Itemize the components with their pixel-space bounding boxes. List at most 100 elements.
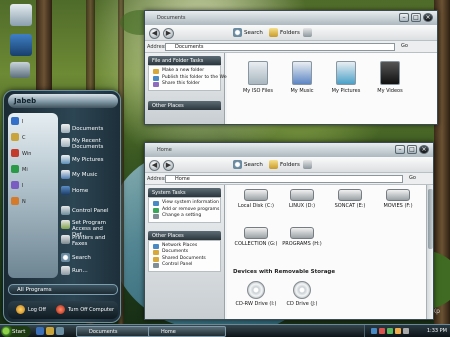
views-icon[interactable] [303, 28, 312, 37]
taskbar-item-home[interactable]: Home [148, 326, 226, 337]
maximize-button[interactable]: □ [411, 13, 421, 22]
other-places-header[interactable]: Other Places [148, 230, 221, 240]
go-button[interactable]: Go [401, 43, 408, 49]
start-item-search[interactable]: Search [72, 255, 91, 261]
close-button[interactable]: × [423, 13, 433, 22]
documents-content: My ISO Files My Music My Pictures My Vid… [227, 53, 437, 124]
go-button[interactable]: Go [409, 175, 416, 181]
file-folder-tasks-header[interactable]: File and Folder Tasks [148, 56, 221, 65]
minimize-button[interactable]: – [395, 145, 405, 154]
folder-item[interactable]: My Music [279, 61, 325, 94]
start-item-printers[interactable]: Printers and Faxes [72, 235, 116, 247]
documents-icon[interactable] [10, 4, 32, 26]
share-icon [153, 82, 159, 87]
pinned-item[interactable]: I [22, 183, 23, 189]
shared-documents-icon [153, 256, 159, 262]
app-icon[interactable] [387, 328, 393, 334]
vertical-scrollbar[interactable] [426, 185, 433, 319]
other-places: Network Places Documents Shared Document… [148, 239, 221, 272]
system-tasks: View system information Add or remove pr… [148, 197, 221, 223]
start-item-music[interactable]: My Music [72, 172, 97, 178]
scrollbar-thumb[interactable] [428, 189, 433, 249]
back-button[interactable]: ◀ [149, 160, 160, 171]
drive-item[interactable]: CD Drive (J:) [277, 281, 327, 307]
security-icon[interactable] [379, 328, 385, 334]
task-link[interactable]: Share this folder [152, 81, 220, 88]
internet-icon[interactable] [36, 327, 44, 335]
home-toolbar: ◀ ▶ Search Folders [145, 157, 433, 173]
drive-item[interactable]: PROGRAMS (H:) [277, 227, 327, 247]
maximize-button[interactable]: □ [407, 145, 417, 154]
log-off-button[interactable]: Log Off [28, 307, 46, 313]
folder-item[interactable]: My Pictures [323, 61, 369, 94]
add-remove-icon [153, 207, 159, 213]
all-programs-button[interactable]: All Programs [8, 284, 118, 295]
network-icon [153, 243, 159, 249]
iso-folder-icon [248, 61, 268, 85]
control-panel-icon [153, 263, 159, 268]
documents-task-pane: File and Folder Tasks Make a new folder … [145, 53, 230, 124]
show-desktop-icon[interactable] [56, 327, 64, 335]
network-icon[interactable] [10, 62, 30, 78]
computer-icon[interactable] [10, 34, 32, 56]
start-item-recent-documents[interactable]: My Recent Documents [72, 138, 116, 150]
messenger-icon [11, 165, 19, 173]
email-icon[interactable] [46, 327, 54, 335]
other-places-header[interactable]: Other Places [148, 100, 221, 110]
turn-off-button[interactable]: Turn Off Computer [68, 307, 114, 313]
search-button[interactable]: Search [244, 30, 263, 36]
folder-item[interactable]: My ISO Files [235, 61, 281, 94]
pinned-item[interactable]: C [22, 135, 26, 141]
pinned-item[interactable]: Mi [22, 167, 28, 173]
music-folder-icon [292, 61, 312, 85]
close-button[interactable]: × [419, 145, 429, 154]
drive-item[interactable]: MOVIES (F:) [373, 189, 423, 209]
pinned-item[interactable]: N [22, 199, 26, 205]
task-link[interactable]: Change a setting [152, 213, 220, 220]
folders-button[interactable]: Folders [280, 30, 300, 36]
home-titlebar[interactable]: Home – □ × [145, 143, 433, 157]
drive-item[interactable]: LINUX (D:) [277, 189, 327, 209]
documents-toolbar: ◀ ▶ Search Folders [145, 25, 437, 41]
drive-item[interactable]: Local Disk (C:) [231, 189, 281, 209]
drive-item[interactable]: SONCAT (E:) [325, 189, 375, 209]
documents-titlebar[interactable]: Documents – □ × [145, 11, 437, 25]
control-panel-icon [61, 206, 70, 215]
documents-icon [61, 124, 70, 133]
start-button[interactable]: Start [1, 326, 31, 337]
address-input[interactable]: Home [165, 175, 403, 183]
drive-item[interactable]: COLLECTION (G:) [231, 227, 281, 247]
cd-rw-icon [247, 281, 265, 299]
address-input[interactable]: Documents [165, 43, 395, 51]
hard-drive-icon [386, 189, 410, 201]
address-label: Address [147, 44, 167, 50]
start-item-documents[interactable]: Documents [72, 126, 103, 132]
hard-drive-icon [290, 227, 314, 239]
app-icon[interactable] [395, 328, 401, 334]
forward-button[interactable]: ▶ [163, 160, 174, 171]
drive-item[interactable]: CD-RW Drive (I:) [231, 281, 281, 307]
folder-item[interactable]: My Videos [367, 61, 413, 94]
home-window: Home – □ × ◀ ▶ Search Folders Address Ho… [144, 142, 434, 320]
volume-icon[interactable] [403, 328, 409, 334]
search-button[interactable]: Search [244, 162, 263, 168]
start-item-home[interactable]: Home [72, 188, 88, 194]
pinned-item[interactable]: I [22, 119, 23, 125]
minimize-button[interactable]: – [399, 13, 409, 22]
folders-button[interactable]: Folders [280, 162, 300, 168]
hard-drive-icon [244, 227, 268, 239]
system-tasks-header[interactable]: System Tasks [148, 188, 221, 197]
pinned-item[interactable]: Win [22, 151, 31, 157]
clock[interactable]: 1:33 PM [427, 328, 447, 334]
taskbar-item-documents[interactable]: Documents [76, 326, 154, 337]
forward-button[interactable]: ▶ [163, 28, 174, 39]
start-item-pictures[interactable]: My Pictures [72, 157, 104, 163]
place-link[interactable]: Control Panel [152, 262, 220, 269]
network-icon[interactable] [371, 328, 377, 334]
start-menu: Jabeb I C Win Mi I N Documents My Recent… [3, 90, 121, 323]
views-icon[interactable] [303, 160, 312, 169]
start-item-control-panel[interactable]: Control Panel [72, 208, 108, 214]
start-item-run[interactable]: Run... [72, 268, 88, 274]
back-button[interactable]: ◀ [149, 28, 160, 39]
hard-drive-icon [290, 189, 314, 201]
